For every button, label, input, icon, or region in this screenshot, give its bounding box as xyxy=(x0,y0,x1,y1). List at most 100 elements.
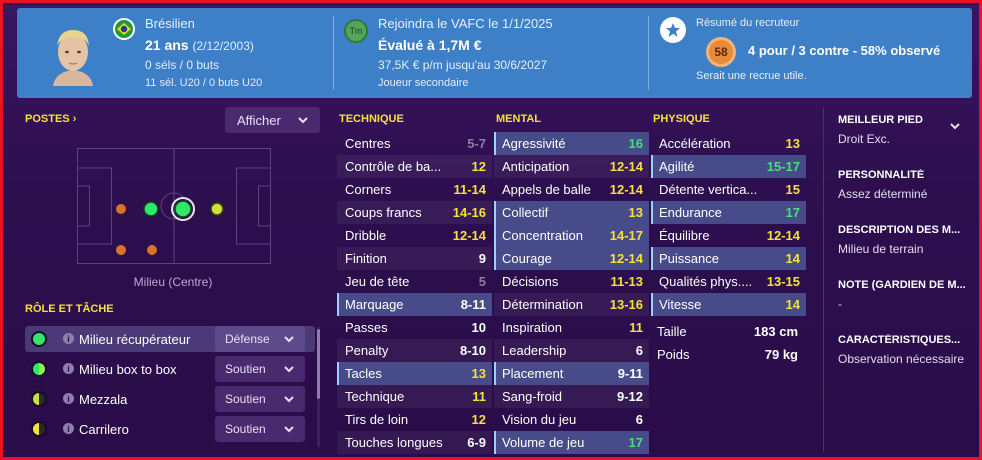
position-dot xyxy=(143,201,159,217)
duty-label: Soutien xyxy=(225,362,266,376)
attribute-row[interactable]: Dribble 12-14 xyxy=(337,224,492,247)
info-icon[interactable]: i xyxy=(63,423,74,434)
attribute-value: 13-16 xyxy=(609,297,643,312)
info-icon[interactable]: i xyxy=(63,393,74,404)
position-dot xyxy=(116,245,126,255)
show-dropdown-button[interactable]: Afficher xyxy=(225,107,320,133)
attribute-row[interactable]: Penalty 8-10 xyxy=(337,339,492,362)
attribute-row[interactable]: Agressivité 16 xyxy=(494,132,649,155)
attribute-row[interactable]: Tirs de loin 12 xyxy=(337,408,492,431)
attribute-name: Corners xyxy=(345,182,392,197)
attribute-row[interactable]: Technique 11 xyxy=(337,385,492,408)
attribute-row[interactable]: Détermination 13-16 xyxy=(494,293,649,316)
attribute-row[interactable]: Équilibre 12-14 xyxy=(651,224,806,247)
attribute-row[interactable]: Inspiration 11 xyxy=(494,316,649,339)
duty-dropdown[interactable]: Soutien xyxy=(215,386,305,412)
positions-title[interactable]: POSTES › xyxy=(25,113,76,125)
player-identity: Brésilien 21 ans (2/12/2003) 0 séls / 0 … xyxy=(145,16,262,89)
weight-label: Poids xyxy=(657,347,690,362)
height-row: Taille 183 cm xyxy=(651,320,806,343)
attribute-row[interactable]: Contrôle de ba... 12 xyxy=(337,155,492,178)
attribute-value: 6 xyxy=(635,343,643,358)
squad-role: Joueur secondaire xyxy=(378,77,469,89)
attribute-row[interactable]: Endurance 17 xyxy=(651,201,806,224)
attribute-row[interactable]: Passes 10 xyxy=(337,316,492,339)
attribute-name: Équilibre xyxy=(659,228,710,243)
attribute-row[interactable]: Détente vertica... 15 xyxy=(651,178,806,201)
attribute-row[interactable]: Placement 9-11 xyxy=(494,362,649,385)
attribute-name: Technique xyxy=(345,389,405,404)
attribute-row[interactable]: Sang-froid 9-12 xyxy=(494,385,649,408)
attribute-value: 6-9 xyxy=(467,435,486,450)
player-age: 21 ans (2/12/2003) xyxy=(145,37,262,53)
contract-info: Rejoindra le VAFC le 1/1/2025 Évalué à 1… xyxy=(378,16,553,89)
attribute-row[interactable]: Finition 9 xyxy=(337,247,492,270)
scout-rating-badge: 58 xyxy=(706,37,736,67)
header-divider xyxy=(648,16,649,90)
duty-label: Défense xyxy=(225,332,270,346)
attribute-row[interactable]: Appels de balle 12-14 xyxy=(494,178,649,201)
attribute-value: 17 xyxy=(628,435,643,450)
attribute-name: Concentration xyxy=(502,228,583,243)
attribute-row[interactable]: Décisions 11-13 xyxy=(494,270,649,293)
role-row[interactable]: i Mezzala Soutien xyxy=(25,386,315,412)
chevron-right-icon: › xyxy=(72,113,77,125)
attribute-row[interactable]: Touches longues 6-9 xyxy=(337,431,492,454)
attribute-row[interactable]: Vitesse 14 xyxy=(651,293,806,316)
attribute-row[interactable]: Volume de jeu 17 xyxy=(494,431,649,454)
attribute-value: 12-14 xyxy=(609,251,643,266)
roles-scrollbar-thumb[interactable] xyxy=(317,329,320,399)
attribute-row[interactable]: Concentration 14-17 xyxy=(494,224,649,247)
attribute-row[interactable]: Corners 11-14 xyxy=(337,178,492,201)
duty-dropdown[interactable]: Défense xyxy=(215,326,305,352)
goalkeeper-rating-label: NOTE (GARDIEN DE M... xyxy=(838,279,966,291)
attribute-row[interactable]: Vision du jeu 6 xyxy=(494,408,649,431)
attribute-name: Qualités phys.... xyxy=(659,274,753,289)
attribute-name: Dribble xyxy=(345,228,387,243)
attribute-value: 16 xyxy=(628,136,643,151)
attribute-row[interactable]: Coups francs 14-16 xyxy=(337,201,492,224)
role-row[interactable]: i Milieu box to box Soutien xyxy=(25,356,315,382)
attribute-row[interactable]: Agilité 15-17 xyxy=(651,155,806,178)
nationality: Brésilien xyxy=(145,16,195,31)
physique-column: PHYSIQUE Accélération 13 Agilité 15-17 Déten… xyxy=(651,113,806,366)
attribute-row[interactable]: Accélération 13 xyxy=(651,132,806,155)
attribute-row[interactable]: Puissance 14 xyxy=(651,247,806,270)
attribute-value: 11 xyxy=(472,389,486,404)
attribute-value: 13-15 xyxy=(766,274,800,289)
show-dropdown-label: Afficher xyxy=(237,112,281,128)
physique-title: PHYSIQUE xyxy=(653,113,710,125)
attribute-name: Placement xyxy=(502,366,564,381)
attribute-name: Passes xyxy=(345,320,388,335)
physique-list: Accélération 13 Agilité 15-17 Détente vertic… xyxy=(651,132,806,316)
role-row[interactable]: i Carrilero Soutien xyxy=(25,416,315,442)
duty-dropdown[interactable]: Soutien xyxy=(215,416,305,442)
attribute-row[interactable]: Centres 5-7 xyxy=(337,132,492,155)
role-suitability-icon xyxy=(31,421,47,437)
attribute-name: Centres xyxy=(345,136,391,151)
role-row[interactable]: i Milieu récupérateur Défense xyxy=(25,326,315,352)
chevron-down-icon[interactable] xyxy=(948,119,962,133)
attribute-row[interactable]: Tacles 13 xyxy=(337,362,492,385)
attribute-value: 8-10 xyxy=(459,343,486,358)
attribute-row[interactable]: Courage 12-14 xyxy=(494,247,649,270)
attribute-row[interactable]: Anticipation 12-14 xyxy=(494,155,649,178)
attribute-row[interactable]: Leadership 6 xyxy=(494,339,649,362)
attribute-row[interactable]: Collectif 13 xyxy=(494,201,649,224)
technique-title: TECHNIQUE xyxy=(339,113,404,125)
info-icon[interactable]: i xyxy=(63,333,74,344)
duty-dropdown[interactable]: Soutien xyxy=(215,356,305,382)
attribute-row[interactable]: Marquage 8-11 xyxy=(337,293,492,316)
attribute-row[interactable]: Qualités phys.... 13-15 xyxy=(651,270,806,293)
wage-text: 37,5K € p/m jusqu'au 30/6/2027 xyxy=(378,58,548,72)
attribute-name: Coups francs xyxy=(345,205,422,220)
chevron-down-icon xyxy=(298,117,308,124)
media-description: DESCRIPTION DES M... Milieu de terrain xyxy=(838,224,970,258)
attribute-row[interactable]: Jeu de tête 5 xyxy=(337,270,492,293)
position-dot xyxy=(116,204,126,214)
info-icon[interactable]: i xyxy=(63,363,74,374)
height-value: 183 cm xyxy=(753,324,798,339)
international-caps: 0 séls / 0 buts xyxy=(145,58,220,72)
attribute-name: Finition xyxy=(345,251,387,266)
star-icon[interactable] xyxy=(660,17,686,43)
